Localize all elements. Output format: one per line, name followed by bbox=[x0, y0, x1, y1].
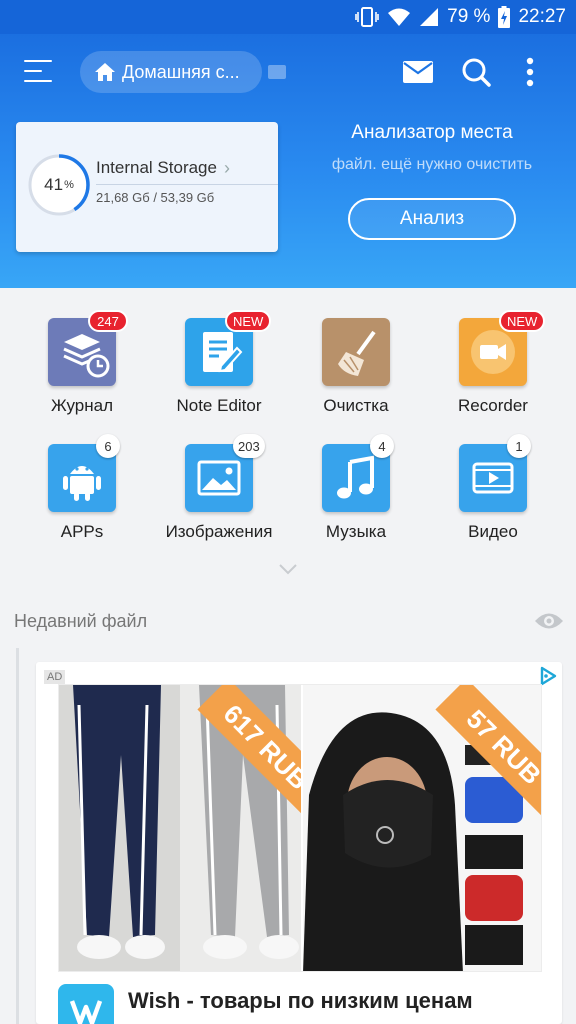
breadcrumb-label: Домашняя с... bbox=[122, 61, 240, 82]
grid-item-label: Изображения bbox=[165, 522, 273, 541]
count-badge: 4 bbox=[370, 434, 394, 458]
image-icon bbox=[197, 460, 241, 496]
battery-charging-icon bbox=[498, 6, 511, 28]
clock: 22:27 bbox=[518, 6, 566, 27]
vibrate-icon bbox=[355, 7, 379, 27]
grid-item-label: Музыка bbox=[325, 522, 387, 541]
wifi-icon bbox=[388, 8, 411, 26]
grid-item-music[interactable]: 4 Музыка bbox=[286, 434, 426, 554]
ad-card[interactable]: AD 617 RUB 57 RUB Wish - товары по низки… bbox=[36, 662, 562, 1024]
grid-item-label: Recorder bbox=[458, 396, 528, 415]
grid-item-history[interactable]: 247 Журнал bbox=[12, 310, 152, 428]
ad-label: AD bbox=[44, 670, 66, 684]
expand-chevron-icon[interactable] bbox=[278, 562, 298, 576]
wish-logo-icon bbox=[69, 1000, 103, 1024]
video-recorder-icon bbox=[471, 330, 515, 374]
battery-percent: 79 % bbox=[447, 6, 491, 27]
grid-item-label: APPs bbox=[60, 522, 104, 541]
music-icon bbox=[337, 455, 374, 499]
ad-pants-photo: 617 RUB bbox=[59, 685, 335, 971]
mail-button[interactable] bbox=[400, 54, 436, 90]
ad-image[interactable]: 617 RUB 57 RUB bbox=[58, 684, 542, 972]
grid-item-label: Видео bbox=[468, 522, 518, 541]
breadcrumb-overflow-icon[interactable] bbox=[268, 65, 286, 79]
broom-icon bbox=[338, 330, 376, 376]
status-bar: 79 % 22:27 bbox=[0, 0, 576, 34]
storage-size: 21,68 Gб / 53,39 Gб bbox=[96, 190, 215, 205]
grid-item-label: Note Editor bbox=[176, 396, 262, 415]
ad-mask-photo: 57 RUB bbox=[303, 685, 541, 971]
grid-item-label: Журнал bbox=[50, 396, 114, 415]
count-badge: NEW bbox=[499, 310, 546, 332]
grid-item-video[interactable]: 1 Видео bbox=[423, 434, 563, 554]
eye-icon[interactable] bbox=[534, 610, 564, 632]
analyzer-subtitle: файл. ещё нужно очистить bbox=[331, 156, 533, 173]
grid-item-android[interactable]: 6 APPs bbox=[12, 434, 152, 554]
grid-item-image[interactable]: 203 Изображения bbox=[149, 434, 289, 554]
home-icon bbox=[95, 63, 115, 81]
count-badge: 6 bbox=[96, 434, 120, 458]
count-badge: 1 bbox=[507, 434, 531, 458]
count-badge: NEW bbox=[225, 310, 272, 332]
grid-item-note-editor[interactable]: NEW Note Editor bbox=[149, 310, 289, 428]
grid-item-video-recorder[interactable]: NEW Recorder bbox=[423, 310, 563, 428]
grid-item-label: Очистка bbox=[323, 396, 389, 415]
ad-headline[interactable]: Wish - товары по низким ценам bbox=[128, 988, 473, 1014]
android-icon bbox=[63, 466, 101, 501]
grid-item-broom[interactable]: Очистка bbox=[286, 318, 426, 428]
storage-percent: 41% bbox=[44, 175, 74, 194]
analyzer-title: Анализатор места bbox=[351, 122, 513, 143]
more-options-button[interactable] bbox=[512, 54, 548, 90]
note-editor-icon bbox=[203, 332, 243, 373]
chevron-right-icon: › bbox=[224, 158, 230, 178]
adchoices-icon[interactable] bbox=[538, 666, 558, 686]
wish-logo bbox=[58, 984, 114, 1024]
recent-files-title: Недавний файл bbox=[14, 611, 148, 631]
analyze-button[interactable]: Анализ bbox=[348, 198, 516, 240]
breadcrumb[interactable]: Домашняя с... bbox=[80, 51, 262, 93]
search-button[interactable] bbox=[458, 54, 494, 90]
timeline-line bbox=[16, 648, 19, 1024]
video-icon bbox=[472, 462, 514, 494]
menu-icon[interactable] bbox=[24, 60, 52, 84]
broom-icon-tile bbox=[322, 318, 390, 386]
search-icon bbox=[462, 58, 491, 87]
history-icon bbox=[63, 334, 110, 378]
storage-card[interactable]: 41% Internal Storage › 21,68 Gб / 53,39 … bbox=[16, 122, 278, 252]
mail-icon bbox=[403, 61, 433, 83]
count-badge: 247 bbox=[88, 310, 128, 332]
count-badge: 203 bbox=[233, 434, 265, 458]
storage-divider bbox=[96, 184, 278, 185]
storage-name: Internal Storage bbox=[96, 158, 217, 177]
more-vert-icon bbox=[526, 57, 534, 87]
signal-icon bbox=[420, 8, 439, 26]
header: Домашняя с... 41% Internal Storage › 21,… bbox=[0, 34, 576, 288]
